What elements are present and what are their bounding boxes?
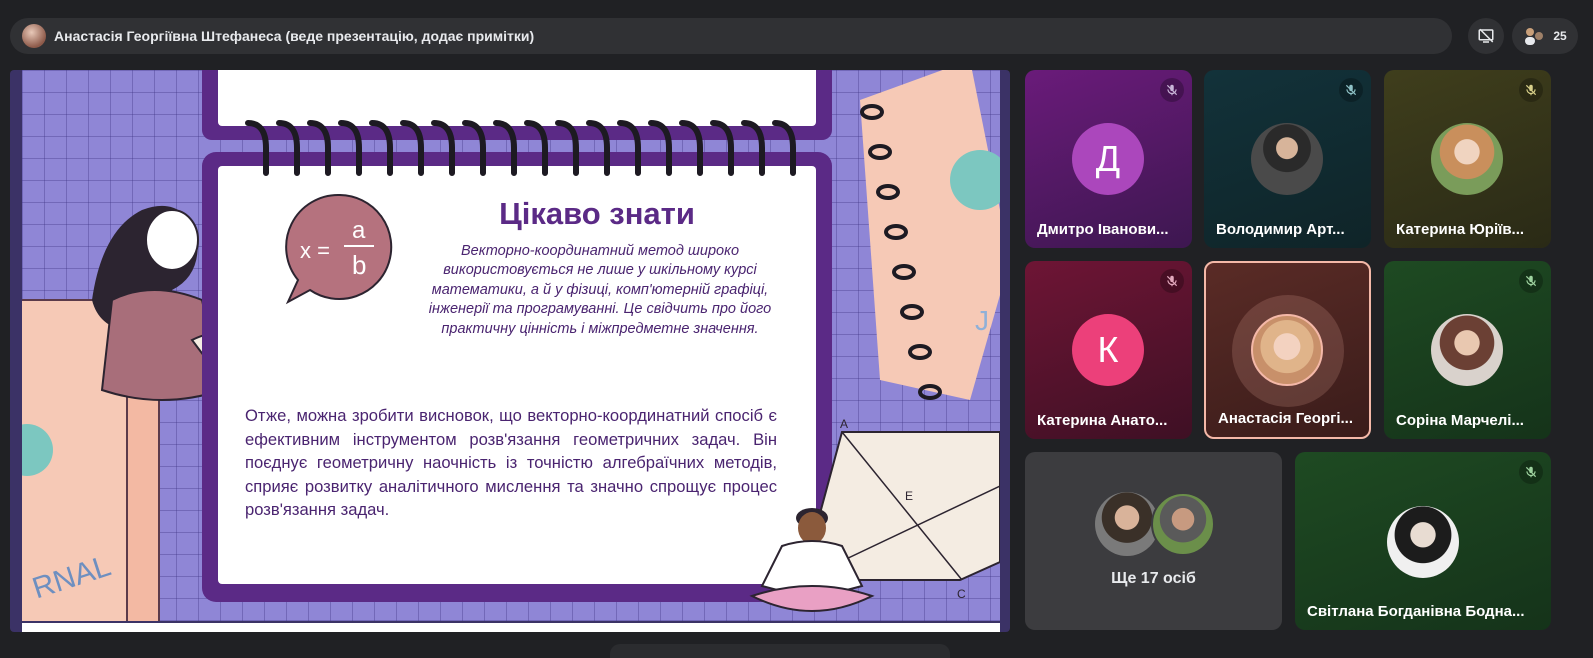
participant-tile[interactable]: Катерина Юріїв...	[1384, 70, 1551, 248]
boy-sitting-illustration	[749, 508, 875, 612]
participant-name: Володимир Арт...	[1216, 221, 1345, 238]
mic-off-icon	[1339, 78, 1363, 102]
notebook-rings	[245, 120, 796, 176]
point-a-label: A	[840, 417, 848, 431]
slide-body: Отже, можна зробити висновок, що векторн…	[245, 406, 777, 520]
participant-tile-speaking[interactable]: Анастасія Георгі...	[1204, 261, 1371, 439]
avatar	[1251, 314, 1323, 386]
avatar: К	[1072, 314, 1144, 386]
slide-title: Цікаво знати	[499, 196, 695, 231]
participant-name: Соріна Марчелі...	[1396, 412, 1524, 429]
slide-note: Векторно-координатний метод широко викор…	[428, 243, 772, 337]
participant-tile[interactable]: Світлана Богданівна Бодна...	[1295, 452, 1551, 630]
people-icon	[1525, 28, 1544, 45]
formula-numerator: a	[352, 217, 366, 244]
avatar	[1431, 314, 1503, 386]
presenter-bar[interactable]: Анастасія Георгіївна Штефанеса (веде пре…	[10, 18, 1452, 54]
participant-tile[interactable]: К Катерина Анато...	[1025, 261, 1192, 439]
presenter-label: Анастасія Георгіївна Штефанеса (веде пре…	[54, 28, 535, 44]
participant-name: Світлана Богданівна Бодна...	[1307, 603, 1525, 620]
participants-button[interactable]: 25	[1512, 18, 1578, 54]
avatar: Д	[1072, 123, 1144, 195]
mic-off-icon	[1519, 269, 1543, 293]
presenter-avatar	[22, 24, 46, 48]
avatar	[1387, 506, 1459, 578]
participant-tile[interactable]: Соріна Марчелі...	[1384, 261, 1551, 439]
more-participants-label: Ще 17 осіб	[1111, 570, 1196, 587]
controls-drawer-handle[interactable]	[610, 644, 950, 658]
participant-name: Катерина Анато...	[1037, 412, 1168, 429]
participant-name: Анастасія Георгі...	[1218, 410, 1354, 427]
formula-bubble: x = a b	[285, 193, 393, 305]
spiral-journal-illustration: J	[860, 70, 1000, 400]
presentation-stage[interactable]: RNAL x = a b J A E C Цікаво знати Вектор…	[10, 70, 1010, 632]
avatar	[1095, 492, 1159, 556]
avatar	[1251, 123, 1323, 195]
participants-count: 25	[1553, 29, 1567, 43]
avatar	[1431, 123, 1503, 195]
point-c-label: C	[957, 587, 966, 601]
screen-share-off-icon	[1478, 28, 1494, 43]
avatar	[1151, 492, 1215, 556]
participant-tile[interactable]: Д Дмитро Іванови...	[1025, 70, 1192, 248]
participant-name: Дмитро Іванови...	[1037, 221, 1169, 238]
mic-off-icon	[1160, 78, 1184, 102]
formula-lhs: x =	[300, 238, 330, 263]
next-slide-strip	[22, 623, 1000, 632]
mic-off-icon	[1519, 460, 1543, 484]
presentation-pin-button[interactable]	[1468, 18, 1504, 54]
mic-off-icon	[1519, 78, 1543, 102]
participant-tile[interactable]: Володимир Арт...	[1204, 70, 1371, 248]
presentation-slide: RNAL x = a b J A E C Цікаво знати Вектор…	[22, 70, 1000, 621]
formula-denominator: b	[352, 250, 366, 280]
mic-off-icon	[1160, 269, 1184, 293]
journal-text-right: J	[975, 305, 989, 336]
point-e-label: E	[905, 489, 913, 503]
more-participants-tile[interactable]: Ще 17 осіб	[1025, 452, 1282, 630]
participant-name: Катерина Юріїв...	[1396, 221, 1525, 238]
